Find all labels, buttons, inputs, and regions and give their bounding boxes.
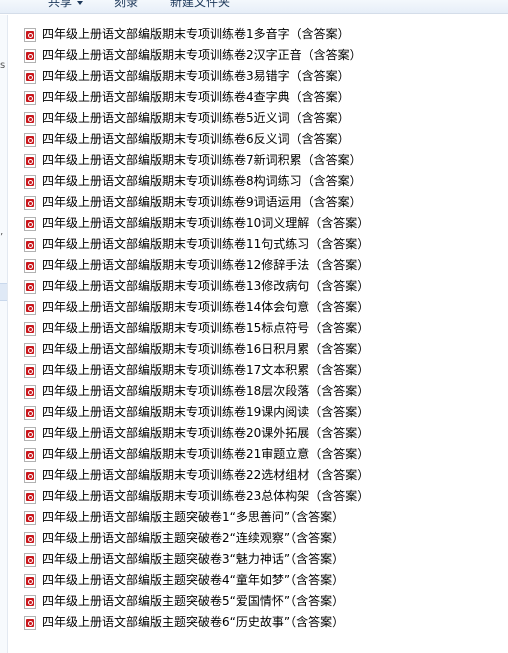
pdf-file-icon — [24, 153, 36, 168]
file-name: 四年级上册语文部编版期末专项训练卷14体会句意（含答案） — [42, 300, 370, 314]
pdf-file-icon — [24, 342, 36, 357]
pdf-file-icon — [24, 384, 36, 399]
pdf-file-icon — [24, 468, 36, 483]
pdf-file-icon — [24, 447, 36, 462]
pdf-file-icon — [24, 300, 36, 315]
file-item[interactable]: 四年级上册语文部编版期末专项训练卷16日积月累（含答案） — [24, 339, 494, 360]
file-item[interactable]: 四年级上册语文部编版主题突破卷2“连续观察”（含答案） — [24, 528, 494, 549]
file-item[interactable]: 四年级上册语文部编版期末专项训练卷17文本积累（含答案） — [24, 360, 494, 381]
file-item[interactable]: 四年级上册语文部编版期末专项训练卷6反义词（含答案） — [24, 129, 494, 150]
file-name: 四年级上册语文部编版期末专项训练卷11句式练习（含答案） — [42, 237, 370, 251]
file-item[interactable]: 四年级上册语文部编版主题突破卷5“爱国情怀”（含答案） — [24, 591, 494, 612]
pdf-file-icon — [24, 405, 36, 420]
file-name: 四年级上册语文部编版主题突破卷2“连续观察”（含答案） — [42, 531, 345, 545]
pdf-file-icon — [24, 510, 36, 525]
navigation-pane[interactable]: s ’ — [0, 15, 8, 653]
file-name: 四年级上册语文部编版期末专项训练卷5近义词（含答案） — [42, 111, 350, 125]
file-name: 四年级上册语文部编版期末专项训练卷2汉字正音（含答案） — [42, 48, 362, 62]
file-name: 四年级上册语文部编版期末专项训练卷16日积月累（含答案） — [42, 342, 370, 356]
file-name: 四年级上册语文部编版期末专项训练卷23总体构架（含答案） — [42, 489, 370, 503]
pdf-file-icon — [24, 237, 36, 252]
file-name: 四年级上册语文部编版主题突破卷6“历史故事”（含答案） — [42, 615, 345, 629]
file-name: 四年级上册语文部编版期末专项训练卷15标点符号（含答案） — [42, 321, 370, 335]
pdf-file-icon — [24, 258, 36, 273]
file-item[interactable]: 四年级上册语文部编版期末专项训练卷19课内阅读（含答案） — [24, 402, 494, 423]
pdf-file-icon — [24, 489, 36, 504]
file-name: 四年级上册语文部编版期末专项训练卷20课外拓展（含答案） — [42, 426, 370, 440]
nav-item-fragment[interactable]: s — [0, 61, 5, 71]
pdf-file-icon — [24, 27, 36, 42]
pdf-file-icon — [24, 279, 36, 294]
file-item[interactable]: 四年级上册语文部编版期末专项训练卷3易错字（含答案） — [24, 66, 494, 87]
file-item[interactable]: 四年级上册语文部编版期末专项训练卷9词语运用（含答案） — [24, 192, 494, 213]
file-name: 四年级上册语文部编版主题突破卷1“多思善问”（含答案） — [42, 510, 345, 524]
file-item[interactable]: 四年级上册语文部编版期末专项训练卷20课外拓展（含答案） — [24, 423, 494, 444]
file-item[interactable]: 四年级上册语文部编版期末专项训练卷22选材组材（含答案） — [24, 465, 494, 486]
file-item[interactable]: 四年级上册语文部编版期末专项训练卷7新词积累（含答案） — [24, 150, 494, 171]
file-name: 四年级上册语文部编版期末专项训练卷3易错字（含答案） — [42, 69, 350, 83]
nav-item-fragment[interactable]: ’ — [0, 233, 3, 243]
file-item[interactable]: 四年级上册语文部编版期末专项训练卷12修辞手法（含答案） — [24, 255, 494, 276]
file-item[interactable]: 四年级上册语文部编版期末专项训练卷4查字典（含答案） — [24, 87, 494, 108]
file-name: 四年级上册语文部编版主题突破卷3“魅力神话”（含答案） — [42, 552, 345, 566]
file-item[interactable]: 四年级上册语文部编版期末专项训练卷11句式练习（含答案） — [24, 234, 494, 255]
file-name: 四年级上册语文部编版期末专项训练卷10词义理解（含答案） — [42, 216, 370, 230]
file-name: 四年级上册语文部编版主题突破卷4“童年如梦”（含答案） — [42, 573, 345, 587]
file-item[interactable]: 四年级上册语文部编版期末专项训练卷1多音字（含答案） — [24, 24, 494, 45]
new-folder-button[interactable]: 新建文件夹 — [170, 0, 230, 10]
pdf-file-icon — [24, 363, 36, 378]
pdf-file-icon — [24, 552, 36, 567]
file-item[interactable]: 四年级上册语文部编版期末专项训练卷21审题立意（含答案） — [24, 444, 494, 465]
pdf-file-icon — [24, 216, 36, 231]
pdf-file-icon — [24, 174, 36, 189]
file-name: 四年级上册语文部编版期末专项训练卷21审题立意（含答案） — [42, 447, 370, 461]
file-name: 四年级上册语文部编版期末专项训练卷17文本积累（含答案） — [42, 363, 370, 377]
pdf-file-icon — [24, 195, 36, 210]
pdf-file-icon — [24, 321, 36, 336]
pdf-file-icon — [24, 573, 36, 588]
file-item[interactable]: 四年级上册语文部编版期末专项训练卷5近义词（含答案） — [24, 108, 494, 129]
file-item[interactable]: 四年级上册语文部编版期末专项训练卷13修改病句（含答案） — [24, 276, 494, 297]
file-name: 四年级上册语文部编版期末专项训练卷8构词练习（含答案） — [42, 174, 362, 188]
file-name: 四年级上册语文部编版期末专项训练卷7新词积累（含答案） — [42, 153, 362, 167]
file-name: 四年级上册语文部编版主题突破卷5“爱国情怀”（含答案） — [42, 594, 345, 608]
file-name: 四年级上册语文部编版期末专项训练卷22选材组材（含答案） — [42, 468, 370, 482]
file-name: 四年级上册语文部编版期末专项训练卷12修辞手法（含答案） — [42, 258, 370, 272]
file-item[interactable]: 四年级上册语文部编版期末专项训练卷18层次段落（含答案） — [24, 381, 494, 402]
burn-button[interactable]: 刻录 — [114, 0, 138, 10]
pdf-file-icon — [24, 111, 36, 126]
file-name: 四年级上册语文部编版期末专项训练卷1多音字（含答案） — [42, 27, 350, 41]
pdf-file-icon — [24, 531, 36, 546]
pdf-file-icon — [24, 132, 36, 147]
file-item[interactable]: 四年级上册语文部编版期末专项训练卷15标点符号（含答案） — [24, 318, 494, 339]
file-item[interactable]: 四年级上册语文部编版期末专项训练卷2汉字正音（含答案） — [24, 45, 494, 66]
pdf-file-icon — [24, 615, 36, 630]
share-button[interactable]: 共享 — [48, 0, 84, 10]
file-name: 四年级上册语文部编版期末专项训练卷6反义词（含答案） — [42, 132, 350, 146]
file-item[interactable]: 四年级上册语文部编版主题突破卷4“童年如梦”（含答案） — [24, 570, 494, 591]
file-item[interactable]: 四年级上册语文部编版主题突破卷6“历史故事”（含答案） — [24, 612, 494, 633]
file-item[interactable]: 四年级上册语文部编版期末专项训练卷10词义理解（含答案） — [24, 213, 494, 234]
pdf-file-icon — [24, 426, 36, 441]
file-list: 四年级上册语文部编版期末专项训练卷1多音字（含答案） 四年级上册语文部编版期末专项… — [24, 24, 494, 633]
file-name: 四年级上册语文部编版期末专项训练卷18层次段落（含答案） — [42, 384, 370, 398]
pdf-file-icon — [24, 90, 36, 105]
file-name: 四年级上册语文部编版期末专项训练卷9词语运用（含答案） — [42, 195, 362, 209]
pdf-file-icon — [24, 48, 36, 63]
file-item[interactable]: 四年级上册语文部编版主题突破卷3“魅力神话”（含答案） — [24, 549, 494, 570]
nav-item-selected[interactable] — [0, 283, 7, 301]
file-name: 四年级上册语文部编版期末专项训练卷4查字典（含答案） — [42, 90, 350, 104]
share-label: 共享 — [48, 0, 73, 9]
file-item[interactable]: 四年级上册语文部编版主题突破卷1“多思善问”（含答案） — [24, 507, 494, 528]
file-item[interactable]: 四年级上册语文部编版期末专项训练卷8构词练习（含答案） — [24, 171, 494, 192]
chevron-down-icon — [77, 0, 84, 5]
pdf-file-icon — [24, 594, 36, 609]
command-bar: 共享 刻录 新建文件夹 — [0, 0, 508, 14]
file-name: 四年级上册语文部编版期末专项训练卷19课内阅读（含答案） — [42, 405, 370, 419]
file-item[interactable]: 四年级上册语文部编版期末专项训练卷23总体构架（含答案） — [24, 486, 494, 507]
pdf-file-icon — [24, 69, 36, 84]
file-name: 四年级上册语文部编版期末专项训练卷13修改病句（含答案） — [42, 279, 370, 293]
file-item[interactable]: 四年级上册语文部编版期末专项训练卷14体会句意（含答案） — [24, 297, 494, 318]
